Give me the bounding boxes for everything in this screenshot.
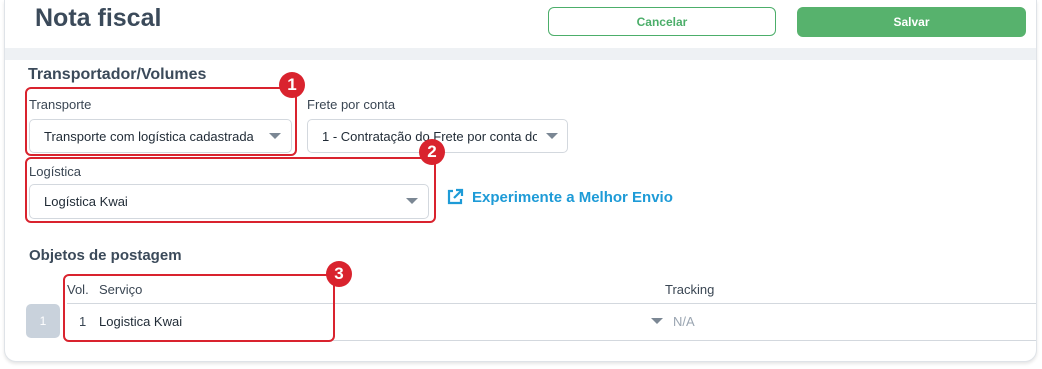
highlight-box-3	[63, 274, 335, 342]
frete-label: Frete por conta	[307, 97, 396, 112]
melhor-envio-link-label: Experimente a Melhor Envio	[472, 188, 673, 206]
volume-badge: 1	[26, 304, 60, 338]
chevron-down-icon	[546, 133, 558, 139]
step-marker-3: 3	[326, 261, 352, 287]
external-link-icon	[447, 188, 464, 205]
header: Nota fiscal Cancelar Salvar	[5, 0, 1036, 48]
page-title: Nota fiscal	[35, 4, 162, 32]
step-marker-2: 2	[419, 139, 445, 165]
tracking-input[interactable]: N/A	[673, 314, 695, 329]
nota-fiscal-panel: Nota fiscal Cancelar Salvar Transportado…	[4, 0, 1037, 362]
column-header-tracking: Tracking	[665, 282, 715, 297]
cancel-button[interactable]: Cancelar	[548, 7, 776, 36]
highlight-box-1	[25, 87, 297, 156]
step-marker-1: 1	[279, 72, 305, 98]
chevron-down-icon	[651, 318, 663, 324]
save-button[interactable]: Salvar	[797, 7, 1026, 37]
melhor-envio-link[interactable]: Experimente a Melhor Envio	[446, 188, 673, 206]
header-divider	[5, 48, 1036, 60]
transport-section-title: Transportador/Volumes	[28, 66, 207, 83]
highlight-box-2	[25, 157, 436, 223]
objects-section-title: Objetos de postagem	[29, 247, 182, 264]
